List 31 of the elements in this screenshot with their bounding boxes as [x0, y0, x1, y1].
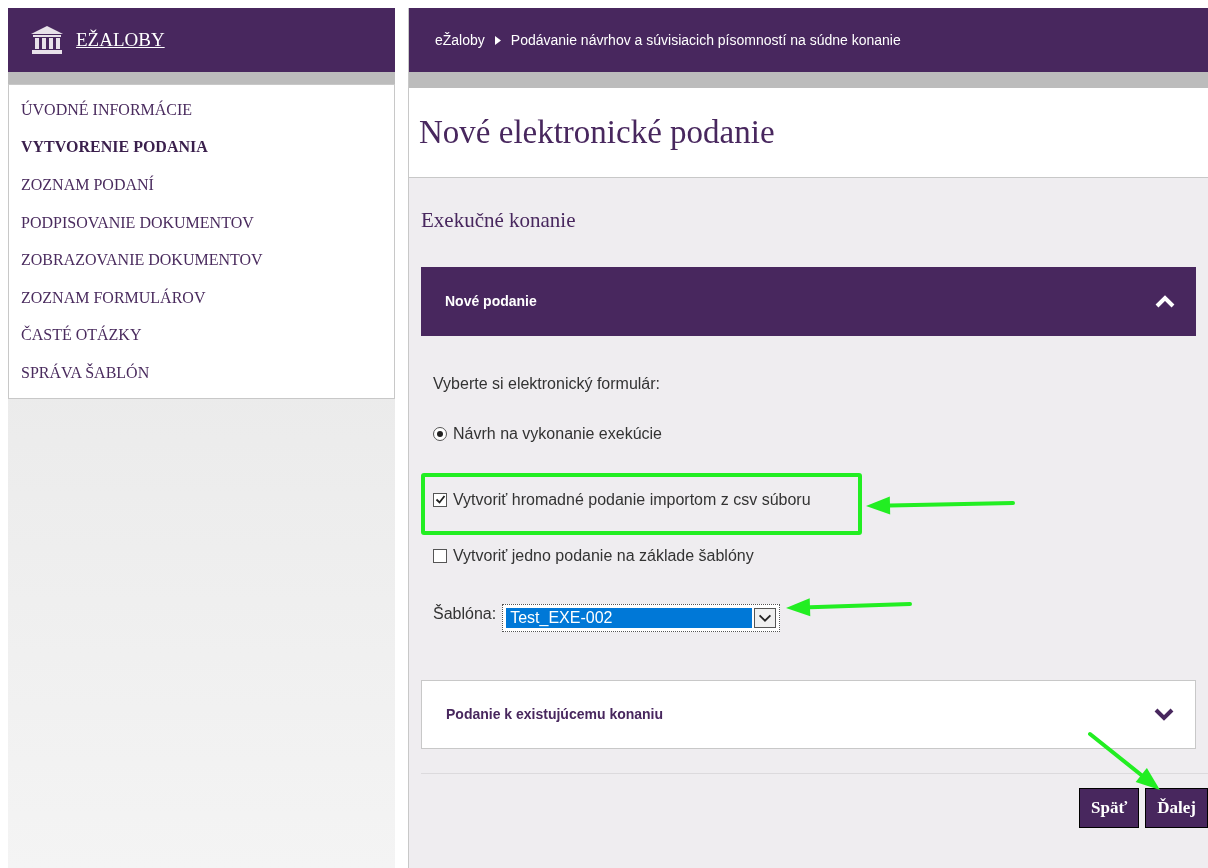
- form-prompt: Vyberte si elektronický formulár:: [433, 373, 662, 394]
- breadcrumb-current: Podávanie návrhov a súvisiacich písomností na súdne konanie: [510, 30, 901, 50]
- menu-item[interactable]: ZOZNAM FORMULÁROV: [9, 278, 394, 317]
- option-label: Vytvoriť hromadné podanie importom z csv súboru: [453, 489, 811, 510]
- menu-item[interactable]: ZOZNAM PODANÍ: [9, 166, 394, 204]
- annotation-arrow: [1088, 732, 1160, 790]
- option-label: Návrh na vykonanie exekúcie: [453, 423, 662, 444]
- nav-button[interactable]: Späť: [1079, 787, 1140, 828]
- menu-item[interactable]: PODPISOVANIE DOKUMENTOV: [9, 203, 394, 242]
- template-label: Šablóna:: [433, 603, 497, 624]
- checkbox[interactable]: [433, 548, 447, 563]
- menu-item[interactable]: ČASTÉ OTÁZKY: [9, 316, 394, 355]
- menu-item[interactable]: ÚVODNÉ INFORMÁCIE: [9, 91, 394, 129]
- menu-item[interactable]: SPRÁVA ŠABLÓN: [9, 354, 394, 392]
- menu-item[interactable]: VYTVORENIE PODANIA: [9, 128, 394, 167]
- bank-building-icon: [30, 25, 64, 55]
- template-select[interactable]: Test_EXE-002: [502, 603, 781, 632]
- checkbox[interactable]: [433, 492, 447, 507]
- option-label: Vytvoriť jedno podanie na základe šablóny: [453, 545, 754, 566]
- radio-button[interactable]: [433, 426, 447, 441]
- section-title: Exekučné konanie: [421, 207, 577, 234]
- chevron-down-icon[interactable]: [1153, 707, 1175, 721]
- breadcrumb-link[interactable]: eŽaloby: [435, 29, 485, 51]
- caret-right-icon: [494, 35, 501, 45]
- accordion-header[interactable]: Podanie k existujúcemu konaniu: [421, 679, 1196, 749]
- brand-link[interactable]: EŽALOBY: [76, 25, 165, 55]
- chevron-up-icon[interactable]: [1154, 294, 1176, 308]
- page-title: Nové elektronické podanie: [419, 112, 775, 152]
- accordion-header[interactable]: Nové podanie: [421, 266, 1196, 336]
- menu-item[interactable]: ZOBRAZOVANIE DOKUMENTOV: [9, 241, 394, 279]
- nav-button[interactable]: Ďalej: [1145, 787, 1208, 828]
